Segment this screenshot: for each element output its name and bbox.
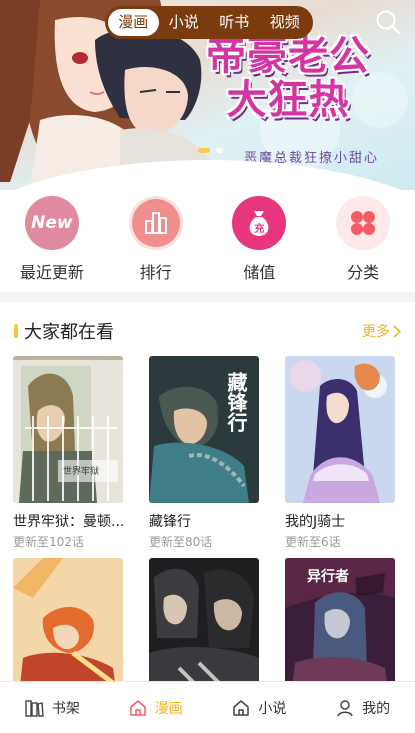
comic-cover: 藏锋行 xyxy=(149,356,259,503)
home-icon xyxy=(129,699,146,716)
carousel-dot-active[interactable] xyxy=(198,148,210,153)
more-link[interactable]: 更多 xyxy=(362,321,401,341)
bookshelf-icon xyxy=(25,699,44,717)
chart-icon xyxy=(128,196,183,250)
money-bag-icon: 充 xyxy=(232,196,287,250)
comic-update-status: 更新至6话 xyxy=(285,535,341,549)
home-icon xyxy=(233,699,250,716)
tab-comics[interactable]: 漫画 xyxy=(108,9,159,36)
comic-update-status: 更新至102话 xyxy=(13,535,84,549)
nav-profile[interactable]: 我的 xyxy=(311,682,415,733)
hero-banner[interactable]: 帝豪老公大狂热 恶魔总裁狂撩小甜心 漫画 小说 听书 视频 xyxy=(0,0,415,190)
search-icon xyxy=(376,10,401,35)
category-icon xyxy=(336,196,391,250)
comic-title: 世界牢狱：曼顿... xyxy=(13,514,125,530)
nav-label: 书架 xyxy=(51,700,80,717)
section-title: 大家都在看 xyxy=(24,322,114,343)
new-badge-text: New xyxy=(31,213,73,233)
cover-title-text: 世界牢狱 xyxy=(63,467,100,477)
comic-title: 藏锋行 xyxy=(149,514,191,530)
recharge-badge-text: 充 xyxy=(254,223,265,235)
comic-card[interactable]: 藏锋行 藏锋行 更新至80话 xyxy=(149,356,261,550)
carousel-dot[interactable] xyxy=(216,148,223,153)
more-label: 更多 xyxy=(362,324,390,340)
popular-section-header: 大家都在看 更多 xyxy=(0,314,415,346)
section-divider xyxy=(0,292,415,302)
quick-nav-ranking[interactable]: 排行 xyxy=(104,196,208,288)
quick-nav-label: 储值 xyxy=(243,263,276,282)
nav-label: 我的 xyxy=(362,700,391,717)
quick-nav-recharge[interactable]: 充 储值 xyxy=(208,196,312,288)
cover-title-text: 藏锋行 xyxy=(224,372,248,432)
quick-nav: New 最近更新 排行 充 储值 分类 xyxy=(0,196,415,288)
comic-cover: 世界牢狱 xyxy=(13,356,123,503)
quick-nav-label: 最近更新 xyxy=(19,263,84,282)
nav-novels[interactable]: 小说 xyxy=(208,682,312,733)
tab-videos[interactable]: 视频 xyxy=(260,9,311,36)
bottom-navigation: 书架 漫画 小说 我的 xyxy=(0,681,415,733)
carousel-indicator xyxy=(198,148,223,153)
chevron-right-icon xyxy=(393,324,401,338)
tab-audiobooks[interactable]: 听书 xyxy=(209,9,260,36)
comic-update-status: 更新至80话 xyxy=(149,535,213,549)
comic-title: 我的J骑士 xyxy=(285,514,346,530)
nav-bookshelf[interactable]: 书架 xyxy=(0,682,104,733)
user-icon xyxy=(337,699,353,716)
nav-label: 小说 xyxy=(258,700,287,717)
tab-novels[interactable]: 小说 xyxy=(159,9,210,36)
search-button[interactable] xyxy=(374,8,402,36)
banner-title: 帝豪老公大狂热 xyxy=(206,32,370,123)
cover-title-text: 异行者 xyxy=(307,569,349,585)
comic-card[interactable]: 我的J骑士 更新至6话 xyxy=(285,356,397,550)
content-type-tabs: 漫画 小说 听书 视频 xyxy=(105,6,313,39)
nav-label: 漫画 xyxy=(154,700,183,717)
quick-nav-recent-updates[interactable]: New 最近更新 xyxy=(0,196,104,288)
nav-comics[interactable]: 漫画 xyxy=(104,682,208,733)
quick-nav-categories[interactable]: 分类 xyxy=(311,196,415,288)
new-icon: New xyxy=(24,196,79,250)
quick-nav-label: 分类 xyxy=(347,263,380,282)
comic-card[interactable]: 世界牢狱 世界牢狱：曼顿... 更新至102话 xyxy=(13,356,125,550)
comic-cover xyxy=(285,356,395,503)
section-accent-bar xyxy=(14,324,18,338)
quick-nav-label: 排行 xyxy=(139,263,172,282)
